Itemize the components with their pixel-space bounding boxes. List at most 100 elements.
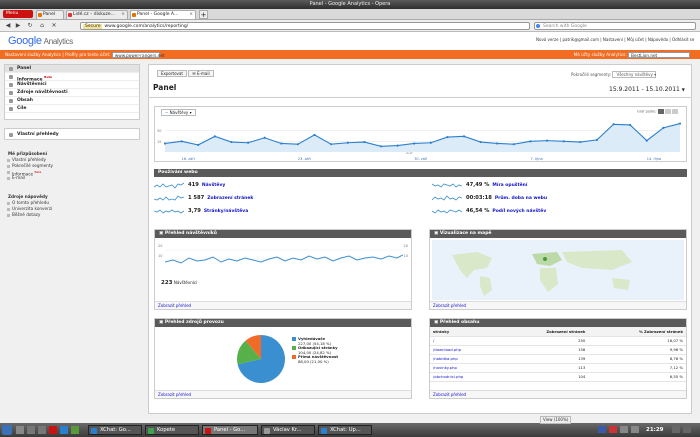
collapse-icon[interactable]: ▣ [159, 231, 163, 236]
analytics-settings-link[interactable]: Nastavení služby Analytics [5, 52, 61, 57]
data-point[interactable] [413, 142, 416, 145]
tray-icon[interactable] [672, 426, 680, 433]
data-point[interactable] [246, 141, 250, 144]
page-link[interactable]: / [433, 338, 434, 343]
page-link[interactable]: /download.php [433, 347, 461, 352]
data-point[interactable] [213, 135, 216, 138]
terminal-icon[interactable] [38, 426, 46, 434]
profile-select[interactable]: www.power-rangers.net [111, 52, 165, 58]
world-map[interactable] [432, 240, 684, 300]
tray-icon[interactable] [683, 426, 691, 433]
segments-select[interactable]: Všechny návštěvy ▾ [612, 71, 657, 78]
sidebar-item-custom-reports[interactable]: Vlastní přehledy [5, 129, 139, 140]
data-point[interactable] [280, 142, 283, 145]
view-report-link[interactable]: Zobrazit přehled [155, 390, 411, 398]
file-manager-icon[interactable] [27, 426, 35, 434]
data-point[interactable] [346, 141, 349, 144]
page-link[interactable]: /obchodnici.php [433, 374, 463, 379]
data-point[interactable] [379, 145, 383, 148]
user-bar[interactable]: Nová verze | patrik@gmail.com | Nastaven… [536, 37, 694, 42]
sidebar-item-cile[interactable]: Cíle [5, 105, 139, 113]
app-launcher-icon[interactable] [71, 426, 79, 434]
data-point[interactable] [612, 123, 615, 126]
pidgin-icon[interactable] [60, 426, 68, 434]
opera-icon[interactable] [49, 426, 57, 434]
data-point[interactable] [163, 142, 167, 145]
zoom-indicator[interactable]: View (100%) [540, 416, 572, 424]
data-point[interactable] [529, 140, 532, 143]
data-point[interactable] [562, 140, 565, 143]
data-point[interactable] [512, 143, 515, 146]
browser-tab-active[interactable]: Panel - Google A... × [130, 10, 196, 19]
account-select[interactable]: BestLion.net [628, 52, 690, 58]
metric-pages-per-visit[interactable]: 3,79 Stránky/návštěva [154, 205, 414, 218]
link-faq[interactable]: Běžné dotazy [6, 212, 136, 218]
forward-icon[interactable]: ▶ [14, 22, 22, 30]
data-point[interactable] [296, 143, 300, 146]
opera-menu-button[interactable]: Menu [3, 10, 33, 18]
close-tab-icon[interactable]: × [121, 11, 125, 19]
search-input[interactable]: Search with Google [534, 22, 696, 30]
data-point[interactable] [330, 143, 333, 146]
metric-avg-time[interactable]: 00:03:18 Prům. doba na webu [432, 192, 687, 205]
metric-pageviews[interactable]: 1 587 Zobrazení stránek [154, 192, 414, 205]
data-point[interactable] [396, 144, 399, 147]
data-point[interactable] [180, 140, 183, 143]
data-point[interactable] [446, 135, 449, 139]
back-icon[interactable]: ◀ [4, 22, 12, 30]
taskbar-item[interactable]: XChat: Up... [318, 425, 372, 435]
date-range[interactable]: 15.9.2011 - 15.10.2011 ▼ [609, 86, 685, 93]
close-tab-icon[interactable]: × [189, 11, 193, 19]
metric-bounce-rate[interactable]: 47,49 % Míra opuštění [432, 179, 687, 192]
url-field[interactable]: Secure www.google.com/analytics/reporting… [80, 22, 530, 30]
data-point[interactable] [263, 136, 266, 139]
taskbar-item[interactable]: XChat: Go... [88, 425, 142, 435]
data-point[interactable] [629, 123, 632, 127]
sidebar-item-navstevnici[interactable]: Návštěvníci [5, 81, 139, 89]
collapse-icon[interactable]: ▣ [434, 231, 438, 236]
collapse-icon[interactable]: ▣ [159, 320, 163, 325]
data-point[interactable] [197, 143, 200, 146]
data-point[interactable] [579, 140, 582, 144]
data-point[interactable] [595, 138, 599, 142]
search-engine-icon[interactable] [536, 24, 540, 28]
email-button[interactable]: ✉ E-mail [188, 70, 214, 77]
taskbar-item[interactable]: Kopete [145, 425, 199, 435]
secure-badge[interactable]: Secure [83, 24, 103, 29]
sidebar-item-informace[interactable]: Informace Beta [5, 73, 139, 83]
view-report-link[interactable]: Zobrazit přehled [430, 301, 686, 309]
sidebar-item-panel[interactable]: Panel [5, 65, 139, 73]
start-menu-icon[interactable] [2, 425, 12, 435]
data-point[interactable] [230, 140, 233, 144]
stop-icon[interactable]: ✕ [50, 22, 58, 30]
data-point[interactable] [496, 142, 499, 145]
link-email[interactable]: E-mail [6, 175, 136, 181]
home-icon[interactable]: ⌂ [38, 22, 46, 30]
sidebar-item-obsah[interactable]: Obsah [5, 97, 139, 105]
chart-month-icon[interactable] [671, 109, 678, 114]
flag-icon[interactable] [609, 426, 617, 433]
data-point[interactable] [363, 140, 366, 144]
data-point[interactable] [313, 133, 316, 137]
data-point[interactable] [479, 140, 482, 144]
chart-day-icon[interactable] [657, 109, 664, 114]
data-point[interactable] [429, 141, 432, 144]
metric-new-visits[interactable]: 46,54 % Podíl nových návštěv [432, 205, 687, 218]
show-desktop-icon[interactable] [16, 426, 24, 434]
new-tab-button[interactable]: + [199, 10, 208, 19]
legend-item[interactable]: Přímá návštěvnost 88,00 (21,00 %) [292, 355, 338, 364]
metric-visits[interactable]: 419 Návštěvy [154, 179, 414, 192]
data-point[interactable] [662, 126, 665, 129]
browser-tab[interactable]: Lidé.cz – diskuze... × [66, 10, 128, 19]
volume-icon[interactable] [620, 426, 628, 433]
data-point[interactable] [462, 135, 466, 138]
google-analytics-logo[interactable]: Google Analytics [8, 35, 73, 47]
view-report-link[interactable]: Zobrazit přehled [155, 301, 411, 309]
reload-icon[interactable]: ↻ [26, 22, 34, 30]
collapse-icon[interactable]: ▣ [434, 320, 438, 325]
sidebar-item-zdroje[interactable]: Zdroje návštěvnosti [5, 89, 139, 97]
data-point[interactable] [545, 139, 549, 142]
taskbar-item[interactable]: Václav Kr... [261, 425, 315, 435]
page-link[interactable]: /novinky.php [433, 365, 457, 370]
view-report-link[interactable]: Zobrazit přehled [430, 390, 686, 398]
